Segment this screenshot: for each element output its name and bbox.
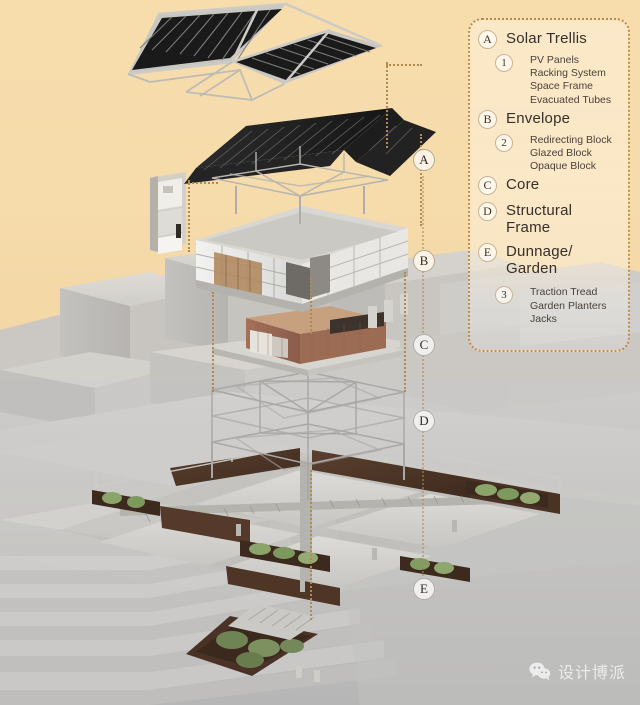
legend-badge-3: 3 <box>495 286 513 305</box>
legend-label-c: Core <box>506 176 540 194</box>
leader-line-deck-vertical <box>310 470 312 620</box>
callout-marker-a[interactable]: A <box>413 149 435 171</box>
callout-marker-d[interactable]: D <box>413 410 435 432</box>
legend-sublist-1: PV Panels Racking System Space Frame Eva… <box>530 54 611 107</box>
legend-entry-3[interactable]: 3 Traction Tread Garden Planters Jacks <box>478 286 620 326</box>
layer-evacuated-tube-trellis <box>127 2 383 102</box>
legend-label-e: Dunnage/ Garden <box>506 243 573 278</box>
legend-panel: A Solar Trellis 1 PV Panels Racking Syst… <box>468 18 630 352</box>
legend-label-a: Solar Trellis <box>506 30 587 47</box>
leader-line-panel-module-horizontal <box>188 182 218 184</box>
legend-badge-c: C <box>478 176 497 196</box>
legend-subitem: PV Panels <box>530 54 580 66</box>
legend-label-b: Envelope <box>506 109 571 127</box>
legend-entry-c[interactable]: C Core <box>478 176 620 196</box>
legend-entry-a[interactable]: A Solar Trellis <box>478 30 620 49</box>
leader-line-frame-vertical <box>212 292 214 392</box>
callout-marker-c[interactable]: C <box>413 334 435 356</box>
wechat-icon <box>529 662 551 680</box>
leader-line-frame-right-vertical <box>404 272 406 392</box>
legend-entry-d[interactable]: D Structural Frame <box>478 202 620 236</box>
leader-line-trellis-horizontal <box>386 64 422 66</box>
watermark: 设计博派 <box>529 659 626 683</box>
legend-subitem: Garden Planters <box>530 299 607 312</box>
legend-label-d: Structural Frame <box>506 202 573 237</box>
leader-line-trellis-vertical <box>386 62 388 148</box>
legend-subitem: Glazed Block <box>530 147 592 160</box>
legend-sublist-3: Traction Tread Garden Planters Jacks <box>530 286 606 326</box>
leader-line-core-vertical <box>310 278 312 334</box>
legend-subitem: Traction Tread <box>530 286 598 299</box>
legend-subitem: Redirecting Block <box>530 133 612 146</box>
callout-marker-b[interactable]: B <box>413 250 435 272</box>
legend-badge-a: A <box>478 30 497 49</box>
legend-subitem: Space Frame <box>530 80 594 93</box>
legend-subitem: Racking System <box>530 67 606 80</box>
legend-entry-b[interactable]: B Envelope <box>478 109 620 129</box>
watermark-text: 设计博派 <box>557 663 626 682</box>
legend-subitem: Jacks <box>530 312 557 325</box>
layer-pv-panel-trellis <box>184 108 436 224</box>
callout-marker-e[interactable]: E <box>413 578 435 600</box>
leader-line-panel-module <box>188 180 190 252</box>
legend-entry-2[interactable]: 2 Redirecting Block Glazed Block Opaque … <box>478 133 620 174</box>
legend-badge-d: D <box>478 202 497 222</box>
legend-badge-2: 2 <box>495 133 513 152</box>
legend-sublist-2: Redirecting Block Glazed Block Opaque Bl… <box>530 134 612 174</box>
legend-subitem: Opaque Block <box>530 160 596 173</box>
legend-entry-e[interactable]: E Dunnage/ Garden <box>478 243 620 277</box>
leader-line-callout-column <box>422 176 424 576</box>
diagram-canvas: A B C D E A Solar Trellis 1 PV Panels Ra… <box>0 0 640 705</box>
layer-facade-panel-module <box>150 172 186 254</box>
legend-entry-1[interactable]: 1 PV Panels Racking System Space Frame E… <box>478 54 620 107</box>
legend-badge-1: 1 <box>495 54 513 72</box>
legend-badge-e: E <box>478 243 497 263</box>
legend-badge-b: B <box>478 109 497 129</box>
legend-subitem: Evacuated Tubes <box>530 93 612 106</box>
